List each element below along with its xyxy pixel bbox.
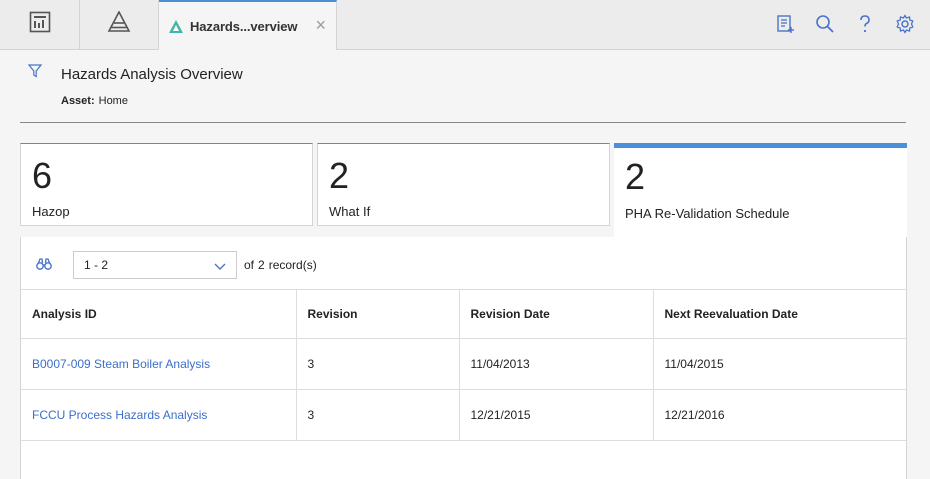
card-count: 2 bbox=[625, 156, 646, 197]
tab-hierarchy[interactable] bbox=[80, 0, 159, 49]
page-title: Hazards Analysis Overview bbox=[61, 66, 243, 83]
of-label: of bbox=[244, 258, 255, 272]
table-cell: 11/04/2013 bbox=[458, 338, 654, 390]
record-count-text: of 2 record(s) bbox=[244, 258, 321, 272]
table-cell: 3 bbox=[295, 338, 460, 390]
card-what-if[interactable]: 2 What If bbox=[317, 143, 610, 226]
table-row: B0007-009 Steam Boiler Analysis 3 11/04/… bbox=[21, 338, 906, 390]
pyramid-icon bbox=[107, 10, 131, 38]
tab-dashboard[interactable] bbox=[0, 0, 80, 49]
search-icon[interactable] bbox=[814, 13, 836, 35]
table-header-row: Analysis ID Revision Revision Date Next … bbox=[21, 289, 906, 339]
new-record-icon[interactable] bbox=[774, 13, 796, 35]
card-count: 2 bbox=[329, 155, 350, 196]
asset-value: Home bbox=[98, 95, 128, 107]
analysis-table: Analysis ID Revision Revision Date Next … bbox=[21, 289, 906, 441]
card-count: 6 bbox=[32, 155, 53, 196]
page-header: Hazards Analysis Overview Asset: Home bbox=[20, 62, 906, 123]
card-label: PHA Re-Validation Schedule bbox=[625, 206, 790, 221]
help-icon[interactable] bbox=[854, 13, 876, 35]
table-cell: 12/21/2015 bbox=[458, 389, 654, 441]
column-header[interactable]: Analysis ID bbox=[21, 289, 297, 339]
hazards-logo-icon bbox=[168, 19, 184, 34]
asset-line: Asset: Home bbox=[61, 95, 128, 107]
card-label: Hazop bbox=[32, 204, 70, 219]
dashboard-icon bbox=[29, 11, 51, 38]
column-header[interactable]: Revision bbox=[295, 289, 460, 339]
top-actions bbox=[774, 13, 916, 35]
analysis-id-link[interactable]: FCCU Process Hazards Analysis bbox=[21, 389, 297, 441]
tab-hazards-overview[interactable]: Hazards...verview × bbox=[159, 0, 337, 50]
card-label: What If bbox=[329, 204, 371, 219]
asset-label: Asset: bbox=[61, 95, 95, 107]
record-count: 2 bbox=[258, 258, 265, 272]
analysis-id-link[interactable]: B0007-009 Steam Boiler Analysis bbox=[21, 338, 297, 390]
table-cell: 12/21/2016 bbox=[652, 389, 906, 441]
card-hazop[interactable]: 6 Hazop bbox=[20, 143, 313, 226]
record-range-select[interactable]: 1 - 2 bbox=[73, 251, 237, 279]
record-range-value: 1 - 2 bbox=[84, 258, 109, 272]
card-pha-revalidation[interactable]: 2 PHA Re-Validation Schedule bbox=[614, 143, 907, 243]
tab-title: Hazards...verview bbox=[190, 18, 298, 34]
close-icon[interactable]: × bbox=[315, 16, 326, 34]
filter-icon[interactable] bbox=[27, 64, 43, 83]
table-row: FCCU Process Hazards Analysis 3 12/21/20… bbox=[21, 389, 906, 441]
table-cell: 3 bbox=[295, 389, 460, 441]
table-cell: 11/04/2015 bbox=[652, 338, 906, 390]
gear-icon[interactable] bbox=[894, 13, 916, 35]
records-label: record(s) bbox=[268, 258, 317, 272]
binoculars-icon[interactable] bbox=[36, 257, 52, 276]
column-header[interactable]: Revision Date bbox=[458, 289, 654, 339]
top-bar: Hazards...verview × bbox=[0, 0, 930, 50]
records-panel: 1 - 2 of 2 record(s) Analysis ID Revision … bbox=[20, 237, 907, 479]
column-header[interactable]: Next Reevaluation Date bbox=[652, 289, 906, 339]
chevron-down-icon bbox=[214, 260, 226, 274]
